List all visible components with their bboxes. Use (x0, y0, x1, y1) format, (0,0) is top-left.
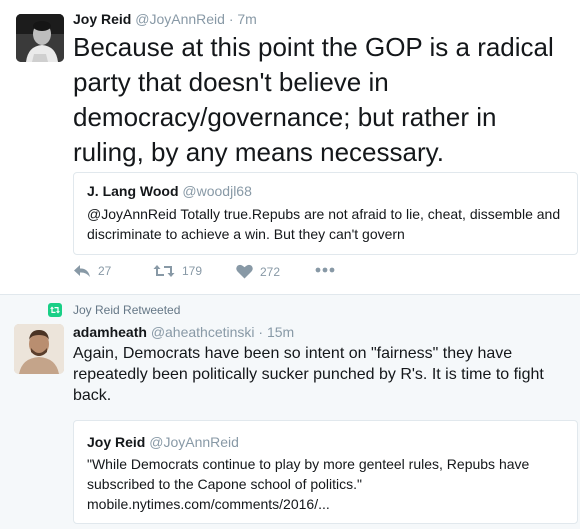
reply-button[interactable]: 27 (73, 264, 111, 278)
retweet-badge-icon (48, 303, 62, 317)
tweet-header: Joy Reid @JoyAnnReid · 7m (73, 11, 257, 27)
tweet-text: Because at this point the GOP is a radic… (73, 32, 554, 167)
like-count: 272 (260, 264, 281, 279)
more-button[interactable] (315, 267, 335, 273)
reply-icon (74, 265, 90, 277)
quoted-author-name: Joy Reid (87, 434, 146, 450)
author-name[interactable]: adamheath (73, 324, 147, 340)
retweet-icon (153, 265, 175, 277)
quoted-tweet-text: "While Democrats continue to play by mor… (87, 456, 530, 512)
avatar-photo (14, 324, 64, 374)
quoted-tweet-header: J. Lang Wood @woodjl68 (87, 183, 252, 199)
avatar[interactable] (16, 14, 64, 62)
heart-icon (236, 264, 253, 279)
avatar-photo (16, 14, 64, 62)
retweet-count: 179 (182, 264, 203, 278)
quoted-author-handle: @JoyAnnReid (149, 434, 239, 450)
retweet-button[interactable]: 179 (153, 264, 202, 278)
reply-count: 27 (98, 264, 112, 278)
more-dots-icon (315, 267, 335, 273)
retweeted-by-line: Joy Reid Retweeted (48, 303, 180, 317)
avatar[interactable] (14, 324, 64, 374)
author-handle[interactable]: @JoyAnnReid (135, 11, 225, 27)
tweet-text: Again, Democrats have been so intent on … (73, 345, 544, 404)
quoted-author-name: J. Lang Wood (87, 183, 179, 199)
quoted-tweet-header: Joy Reid @JoyAnnReid (87, 434, 239, 450)
quoted-tweet[interactable]: J. Lang Wood @woodjl68 @JoyAnnReid Total… (73, 172, 578, 255)
retweeted-by-label[interactable]: Joy Reid Retweeted (73, 303, 180, 317)
tweet-joy-reid[interactable]: Joy Reid @JoyAnnReid · 7m Because at thi… (0, 0, 580, 295)
like-button[interactable]: 272 (236, 264, 280, 279)
timestamp[interactable]: · 15m (258, 324, 294, 340)
author-handle[interactable]: @aheathcetinski (151, 324, 255, 340)
quoted-author-handle: @woodjl68 (182, 183, 252, 199)
quoted-tweet[interactable]: Joy Reid @JoyAnnReid "While Democrats co… (73, 420, 578, 524)
tweet-header: adamheath @aheathcetinski · 15m (73, 324, 294, 340)
author-name[interactable]: Joy Reid (73, 11, 131, 27)
quoted-tweet-text: @JoyAnnReid Totally true.Repubs are not … (87, 206, 561, 242)
timestamp[interactable]: · 7m (229, 11, 257, 27)
